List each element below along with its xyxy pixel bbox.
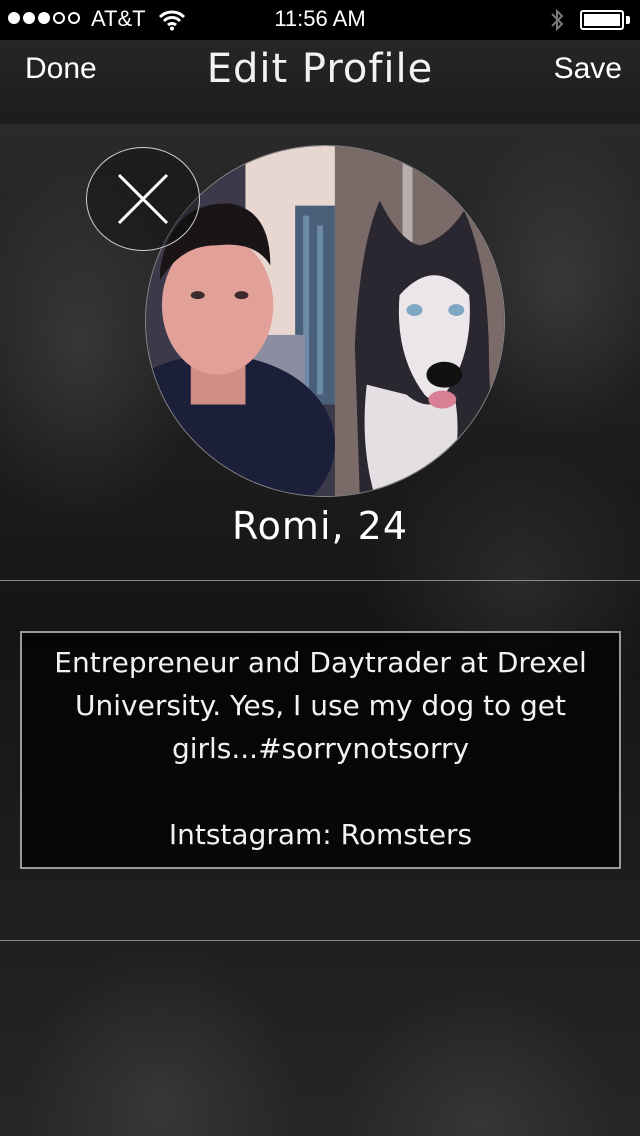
status-bar: AT&T 11:56 AM — [0, 0, 640, 40]
page-title: Edit Profile — [206, 46, 434, 92]
save-button[interactable]: Save — [554, 52, 622, 86]
bluetooth-icon — [551, 8, 564, 32]
navigation-bar: Done Edit Profile Save — [0, 40, 640, 124]
remove-photo-button[interactable] — [86, 147, 200, 251]
section-divider — [0, 580, 640, 581]
bio-line: girls...#sorrynotsorry — [171, 732, 470, 765]
bio-line: University. Yes, I use my dog to get — [75, 689, 566, 722]
bio-textbox[interactable]: Entrepreneur and Daytrader at Drexel Uni… — [20, 631, 621, 869]
bio-line: Entrepreneur and Daytrader at Drexel — [54, 646, 587, 679]
clock: 11:56 AM — [274, 6, 366, 31]
battery-tip — [626, 16, 630, 24]
section-divider — [0, 940, 640, 941]
close-icon — [117, 173, 169, 225]
bio-instagram-line: Intstagram: Romsters — [168, 818, 473, 851]
profile-name-age: Romi, 24 — [231, 504, 409, 548]
bio-blank-line — [22, 770, 619, 813]
battery-icon — [580, 10, 624, 30]
